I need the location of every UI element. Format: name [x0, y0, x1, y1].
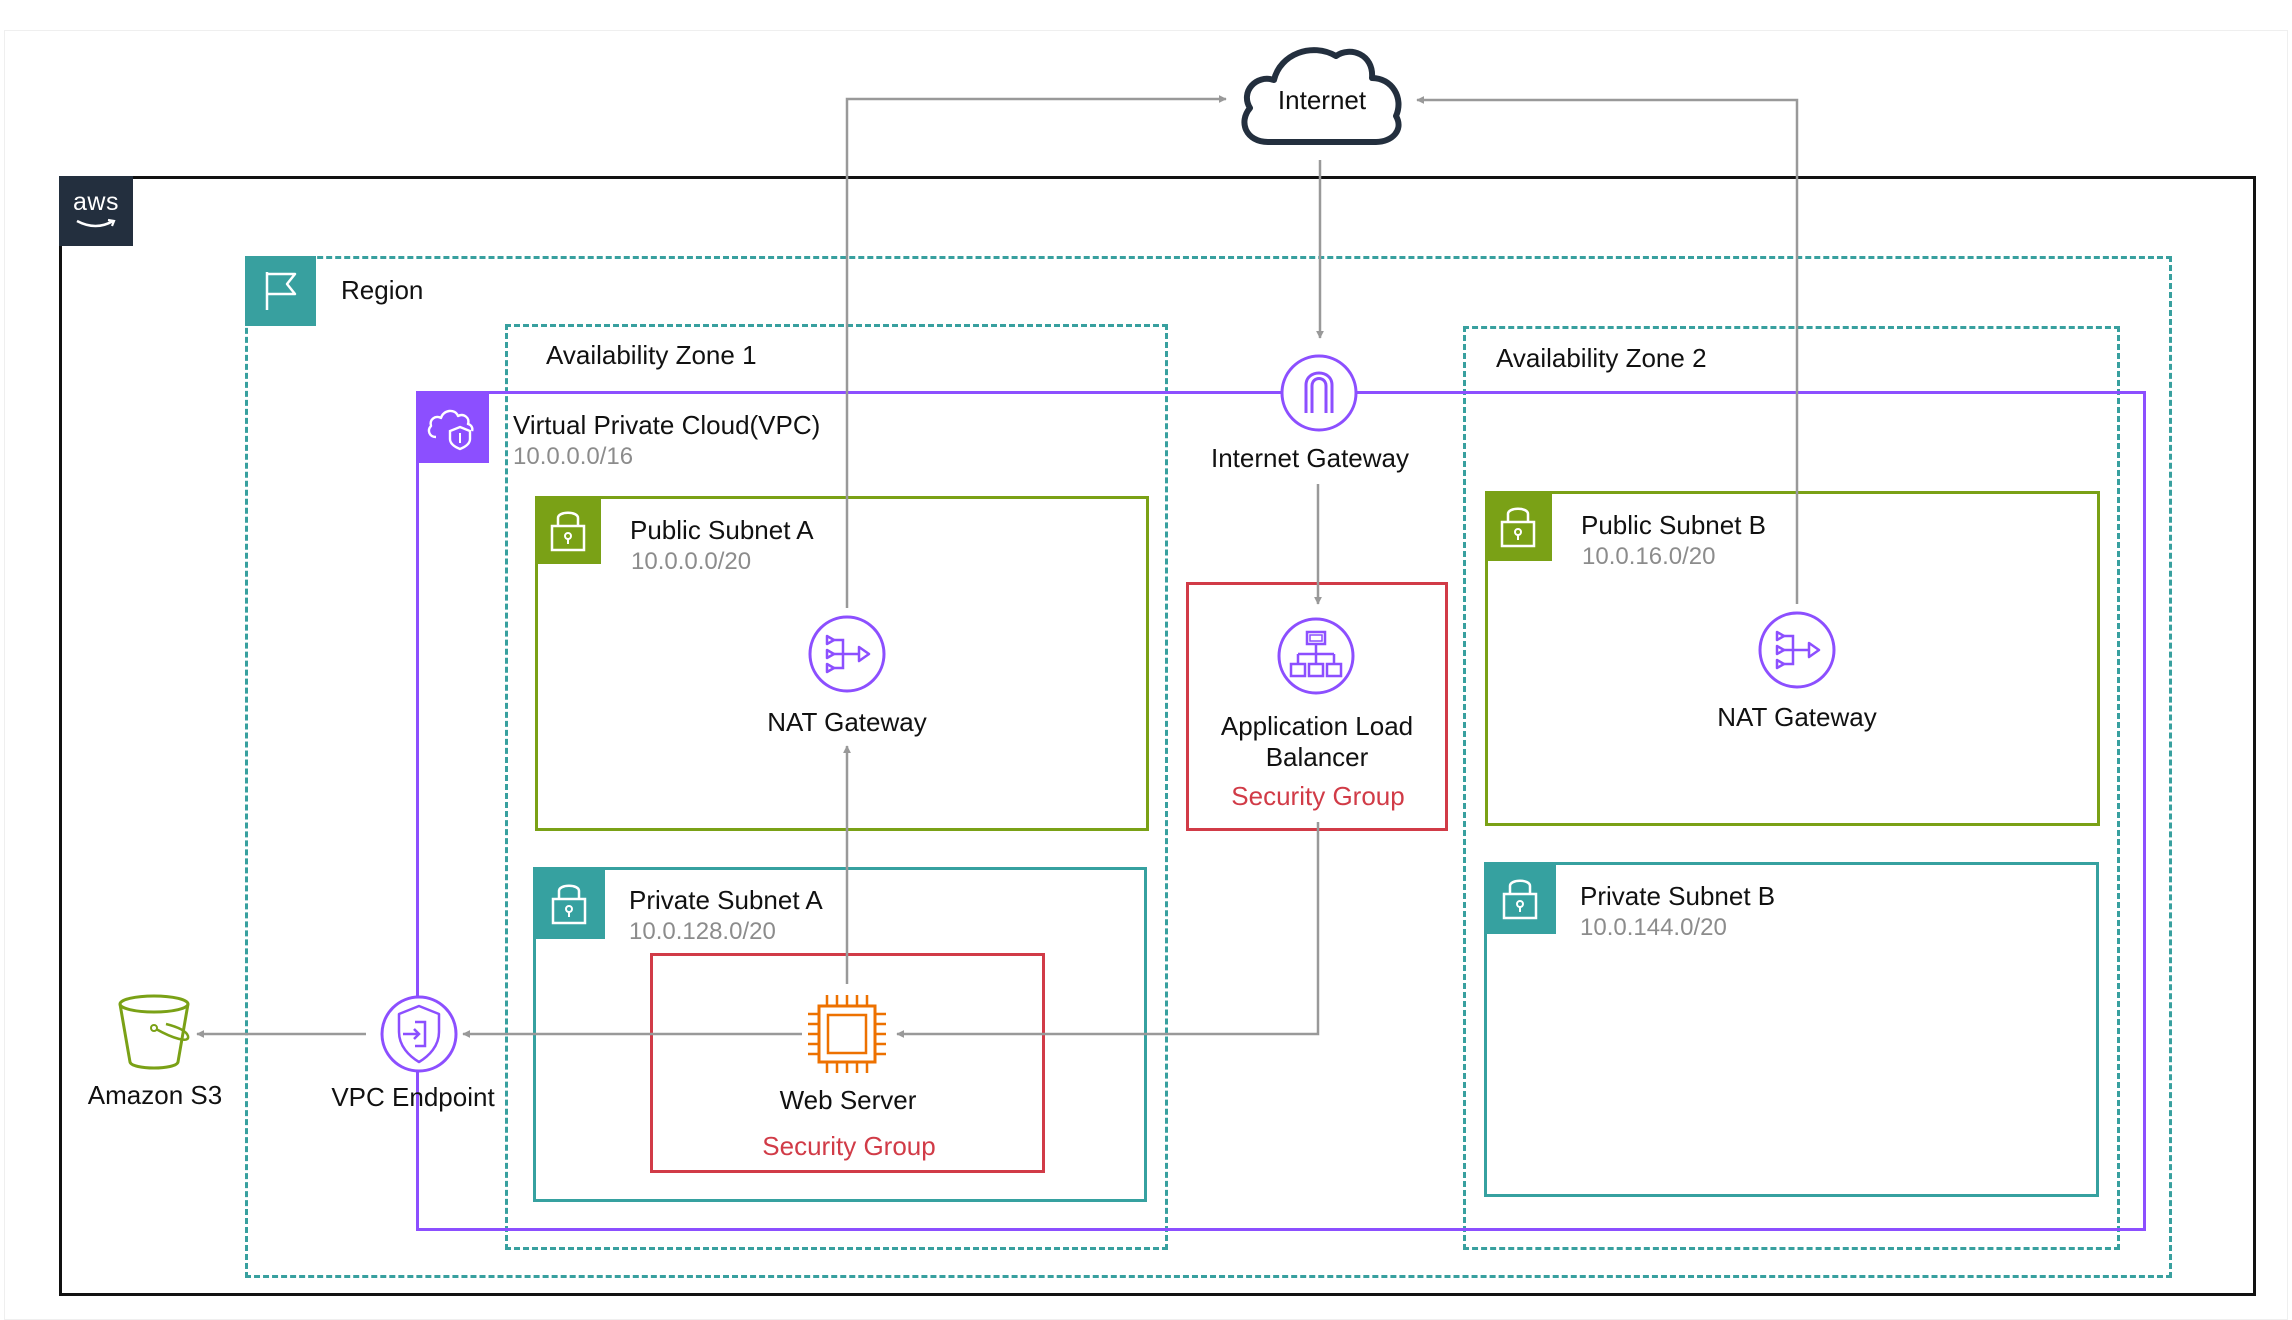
ec2-instance-icon	[808, 995, 886, 1073]
web-server-icon-wrap	[806, 993, 888, 1075]
load-balancer-label-line2: Balancer	[1265, 742, 1369, 772]
nat-gateway-b-icon-wrap	[1757, 610, 1837, 690]
web-server-label: Web Server	[779, 1085, 917, 1115]
vpc-endpoint-icon-wrap	[379, 994, 459, 1074]
vpc-endpoint-icon	[380, 995, 458, 1073]
internet-gateway-icon-wrap	[1279, 353, 1359, 433]
amazon-s3-label: Amazon S3	[87, 1080, 223, 1110]
vpc-endpoint-label: VPC Endpoint	[331, 1082, 495, 1112]
load-balancer-label-line1: Application Load	[1220, 711, 1414, 741]
internet-label: Internet	[1277, 85, 1367, 115]
arrow-alb-to-web	[896, 822, 1320, 1038]
nat-gateway-a-label: NAT Gateway	[767, 707, 927, 737]
nat-gateway-icon	[808, 615, 886, 693]
internet-gateway-icon	[1280, 354, 1358, 432]
internet-gateway-label: Internet Gateway	[1211, 443, 1409, 473]
connector-layer	[196, 95, 1799, 1038]
web-server-security-group-label: Security Group	[762, 1131, 936, 1161]
s3-bucket-icon	[118, 994, 190, 1070]
nat-gateway-icon	[1758, 611, 1836, 689]
nat-gateway-b-label: NAT Gateway	[1717, 702, 1877, 732]
arrow-nat-a-to-internet	[845, 95, 1227, 608]
load-balancer-icon	[1277, 617, 1355, 695]
nat-gateway-a-icon-wrap	[807, 614, 887, 694]
arrow-nat-b-to-internet	[1416, 96, 1799, 604]
amazon-s3-icon-wrap	[114, 992, 194, 1072]
load-balancer-icon-wrap	[1276, 616, 1356, 696]
load-balancer-security-group-label: Security Group	[1231, 781, 1405, 811]
